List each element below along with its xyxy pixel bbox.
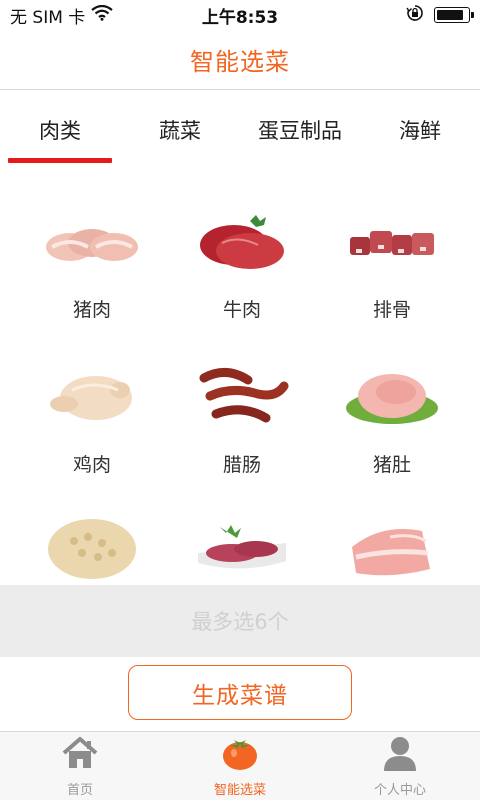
wifi-icon	[91, 4, 113, 26]
tab-label: 蔬菜	[159, 119, 201, 143]
tab-eggs-tofu[interactable]: 蛋豆制品	[240, 91, 360, 165]
pork-ribs-image	[350, 231, 434, 255]
tab-label: 肉类	[39, 119, 81, 143]
tab-label: 蛋豆制品	[258, 119, 342, 143]
ingredient-label: 牛肉	[222, 299, 261, 321]
ham-slices-image	[198, 525, 286, 569]
category-tabs: 肉类 蔬菜 蛋豆制品 海鲜	[0, 91, 480, 165]
tab-label: 海鲜	[399, 119, 441, 143]
ingredient-item-chicken[interactable]: 鸡肉	[12, 360, 172, 510]
nav-profile[interactable]: 个人中心	[320, 732, 480, 800]
ingredient-label: 鸡肉	[72, 454, 111, 476]
ingredient-item-ribs[interactable]: 排骨	[312, 205, 472, 355]
nav-label: 个人中心	[373, 783, 426, 798]
tab-meat[interactable]: 肉类	[0, 91, 120, 165]
bottom-nav: 首页 智能选菜 个人中心	[0, 731, 480, 800]
ingredient-item-tripe[interactable]	[12, 513, 172, 585]
ingredient-item-beef[interactable]: 牛肉	[162, 205, 322, 355]
status-left: 无 SIM 卡	[10, 3, 113, 28]
ingredient-item-pork[interactable]: 猪肉	[12, 205, 172, 355]
ingredient-label: 猪肉	[72, 299, 111, 321]
sausage-image	[199, 368, 289, 423]
tab-vegetables[interactable]: 蔬菜	[120, 91, 240, 165]
battery-icon	[434, 7, 474, 23]
ingredient-item-pork-cut[interactable]	[312, 513, 472, 585]
chicken-image	[50, 376, 132, 420]
tripe-image	[48, 519, 136, 579]
status-right	[406, 4, 474, 27]
pork-chops-image	[46, 229, 138, 261]
home-icon	[62, 737, 98, 768]
beef-steak-image	[200, 215, 284, 269]
nav-smart-select[interactable]: 智能选菜	[160, 732, 320, 800]
selection-limit-bar: 最多选6个	[0, 585, 480, 657]
nav-home[interactable]: 首页	[0, 732, 160, 800]
orientation-lock-icon	[406, 4, 424, 27]
ingredient-item-ham[interactable]	[162, 513, 322, 585]
ingredient-label: 猪肚	[372, 454, 411, 476]
ingredient-label: 腊肠	[222, 454, 261, 476]
ingredient-item-pork-belly[interactable]: 猪肚	[312, 360, 472, 510]
tab-seafood[interactable]: 海鲜	[360, 91, 480, 165]
carrier-text: 无 SIM 卡	[10, 7, 86, 28]
tomato-icon	[223, 740, 257, 770]
nav-label: 智能选菜	[213, 783, 266, 798]
battery-level	[437, 10, 463, 20]
pork-belly-image	[346, 374, 438, 424]
person-icon	[384, 737, 416, 771]
selection-limit-text: 最多选6个	[191, 610, 289, 634]
nav-label: 首页	[66, 783, 93, 798]
status-bar: 无 SIM 卡 上午8:53	[0, 0, 480, 30]
title-bar: 智能选菜	[0, 30, 480, 90]
ingredient-item-sausage[interactable]: 腊肠	[162, 360, 322, 510]
pork-cut-image	[352, 529, 430, 576]
generate-recipe-button[interactable]: 生成菜谱	[128, 665, 352, 720]
ingredient-label: 排骨	[372, 299, 411, 321]
ingredient-grid: 猪肉 牛肉 排骨 鸡肉 腊肠 猪肚	[0, 195, 480, 585]
page-title: 智能选菜	[190, 48, 290, 76]
